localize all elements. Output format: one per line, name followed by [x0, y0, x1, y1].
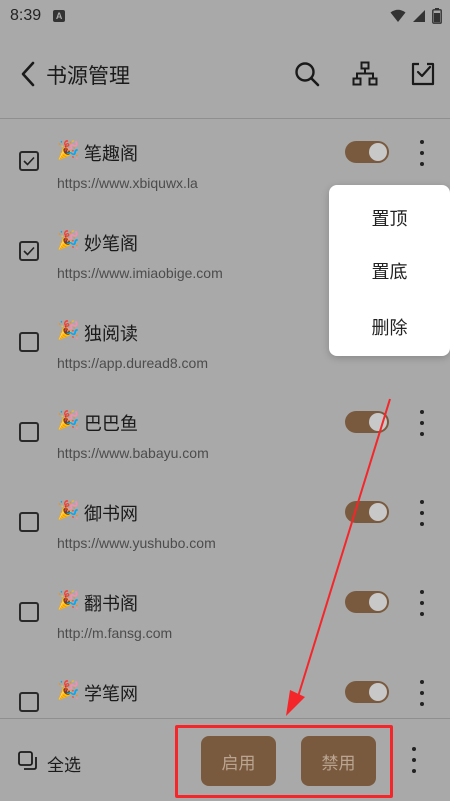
- bottom-more-button[interactable]: [410, 747, 418, 773]
- inbox-check-icon: [411, 62, 435, 86]
- status-time: 8:39: [10, 7, 42, 24]
- party-popper-icon: 🎉: [57, 230, 80, 251]
- status-icons: [390, 8, 442, 24]
- party-popper-icon: 🎉: [57, 590, 80, 611]
- row-checkbox[interactable]: [19, 151, 39, 171]
- enable-toggle[interactable]: [345, 141, 389, 163]
- source-url: https://www.xbiquwx.la: [57, 175, 198, 191]
- row-more-button[interactable]: [412, 590, 432, 616]
- row-popup-menu: 置顶 置底 删除: [329, 185, 450, 356]
- hierarchy-icon: [352, 61, 378, 86]
- list-item[interactable]: 🎉 翻书阁 http://m.fansg.com: [0, 569, 450, 659]
- wifi-icon: [390, 9, 406, 22]
- party-popper-icon: 🎉: [57, 320, 80, 341]
- back-arrow-icon: [21, 61, 35, 87]
- row-more-button[interactable]: [412, 410, 432, 436]
- page-title: 书源管理: [46, 64, 130, 88]
- source-url: https://www.imiaobige.com: [57, 265, 223, 281]
- menu-item-delete[interactable]: 删除: [329, 314, 450, 340]
- party-popper-icon: 🎉: [57, 410, 80, 431]
- list-item[interactable]: 🎉 巴巴鱼 https://www.babayu.com: [0, 389, 450, 479]
- row-more-button[interactable]: [412, 140, 432, 166]
- enable-toggle[interactable]: [345, 681, 389, 703]
- list-item[interactable]: 🎉 御书网 https://www.yushubo.com: [0, 479, 450, 569]
- annotation-highlight-box: [175, 725, 393, 798]
- search-button[interactable]: [291, 58, 323, 90]
- row-checkbox[interactable]: [19, 512, 39, 532]
- back-button[interactable]: [14, 58, 42, 90]
- party-popper-icon: 🎉: [57, 140, 80, 161]
- enable-toggle[interactable]: [345, 411, 389, 433]
- list-item[interactable]: 🎉 学笔网: [0, 659, 450, 719]
- source-url: https://app.duread8.com: [57, 355, 208, 371]
- row-more-button[interactable]: [412, 680, 432, 706]
- check-icon: [23, 246, 35, 256]
- row-more-button[interactable]: [412, 500, 432, 526]
- source-name: 妙笔阁: [84, 234, 138, 255]
- search-icon: [295, 62, 320, 87]
- select-all-label[interactable]: 全选: [47, 751, 81, 776]
- source-url: https://www.babayu.com: [57, 445, 209, 461]
- source-url: http://m.fansg.com: [57, 625, 173, 641]
- source-name: 翻书阁: [84, 594, 138, 615]
- menu-item-top[interactable]: 置顶: [329, 205, 450, 231]
- signal-icon: [413, 10, 425, 22]
- party-popper-icon: 🎉: [57, 500, 80, 521]
- row-checkbox[interactable]: [19, 332, 39, 352]
- status-bar: 8:39 A: [0, 0, 450, 32]
- select-all-icon[interactable]: [18, 751, 38, 771]
- source-name: 御书网: [84, 504, 138, 525]
- group-button[interactable]: [349, 58, 381, 90]
- menu-item-bottom[interactable]: 置底: [329, 258, 450, 284]
- app-bar: 书源管理: [0, 44, 450, 104]
- battery-icon: [432, 8, 442, 24]
- source-name: 学笔网: [84, 684, 138, 705]
- import-button[interactable]: [407, 58, 439, 90]
- source-name: 巴巴鱼: [84, 414, 138, 435]
- party-popper-icon: 🎉: [57, 680, 80, 701]
- row-checkbox[interactable]: [19, 692, 39, 712]
- enable-toggle[interactable]: [345, 591, 389, 613]
- source-url: https://www.yushubo.com: [57, 535, 216, 551]
- row-checkbox[interactable]: [19, 422, 39, 442]
- source-name: 笔趣阁: [84, 144, 138, 165]
- notification-icon: A: [53, 10, 66, 22]
- enable-toggle[interactable]: [345, 501, 389, 523]
- source-name: 独阅读: [84, 324, 138, 345]
- row-checkbox[interactable]: [19, 241, 39, 261]
- row-checkbox[interactable]: [19, 602, 39, 622]
- check-icon: [23, 156, 35, 166]
